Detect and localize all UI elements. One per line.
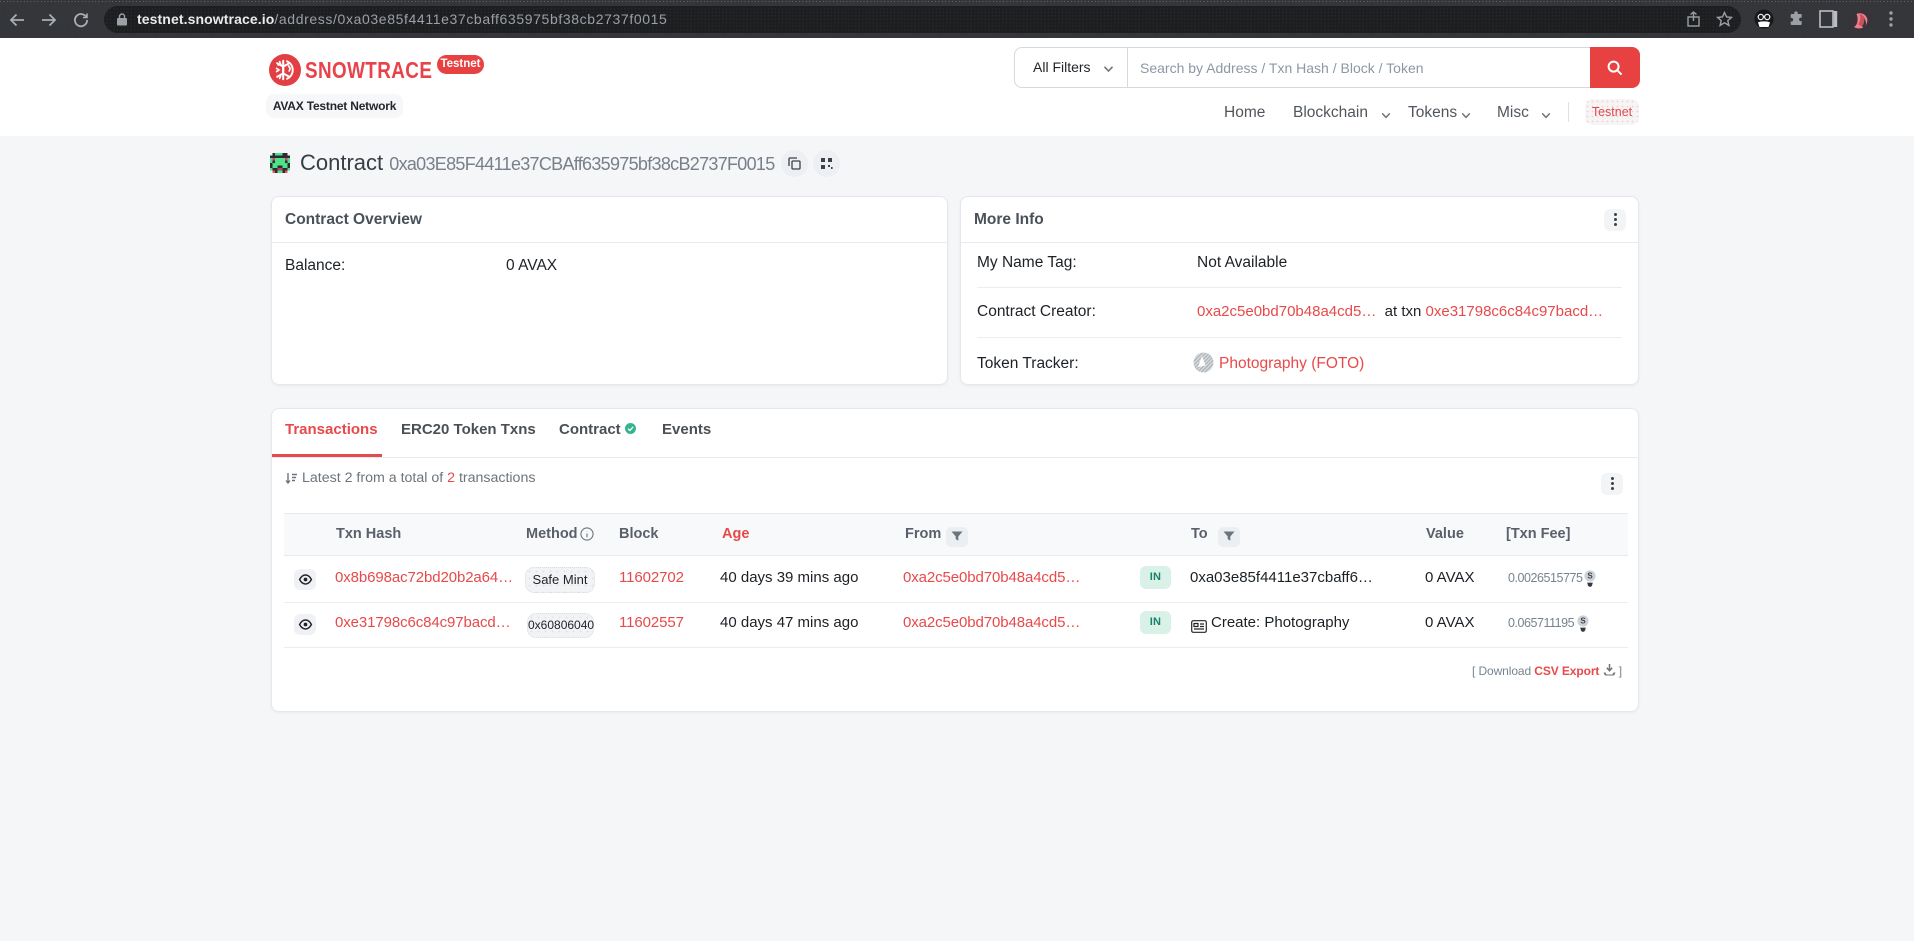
svg-text:S: S bbox=[1580, 617, 1586, 626]
svg-text:S: S bbox=[1587, 572, 1593, 581]
